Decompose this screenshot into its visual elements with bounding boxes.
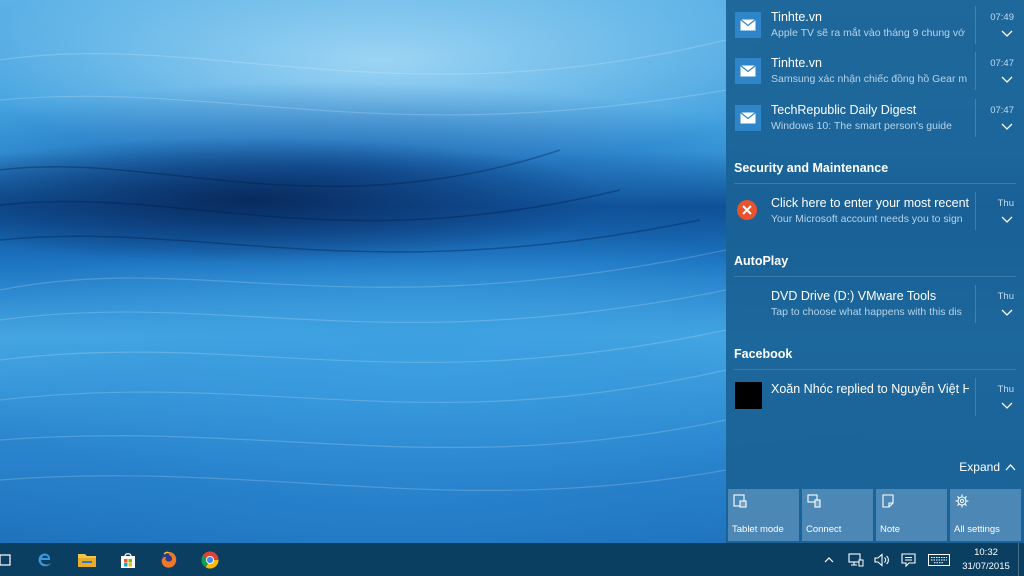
- notification-techrepublic[interactable]: TechRepublic Daily Digest Windows 10: Th…: [726, 93, 1024, 139]
- chevron-down-icon[interactable]: [1001, 121, 1013, 131]
- divider: [975, 99, 976, 137]
- notification-body: Tap to choose what happens with this dis: [771, 306, 962, 318]
- notification-time: 07:47: [990, 105, 1014, 116]
- settings-icon: [955, 494, 969, 508]
- clock[interactable]: 10:32 31/07/2015: [958, 546, 1014, 574]
- notification-time: Thu: [997, 384, 1014, 395]
- notification-tinhte-1[interactable]: Tinhte.vn Apple TV sẽ ra mắt vào tháng 9…: [726, 0, 1024, 46]
- quick-action-label: Connect: [806, 524, 842, 535]
- network-icon: [848, 552, 864, 566]
- store-button[interactable]: [107, 543, 149, 576]
- divider: [975, 6, 976, 44]
- task-view-icon: [0, 553, 11, 566]
- clock-time: 10:32: [974, 547, 998, 558]
- store-icon: [121, 552, 135, 568]
- show-desktop-button[interactable]: [1018, 543, 1024, 576]
- chrome-button[interactable]: [189, 543, 231, 576]
- notification-time: 07:47: [990, 58, 1014, 69]
- chevron-up-icon: [824, 557, 834, 563]
- quick-actions: Tablet mode Connect Note All settings: [728, 489, 1024, 541]
- quick-action-label: Tablet mode: [732, 524, 784, 535]
- chrome-icon: [201, 551, 219, 568]
- divider: [975, 378, 976, 416]
- notification-time: 07:49: [990, 12, 1014, 23]
- divider: [975, 52, 976, 90]
- mail-icon: [735, 105, 761, 131]
- quick-action-label: Note: [880, 524, 901, 535]
- error-icon: [736, 199, 758, 221]
- notification-body: Windows 10: The smart person's guide: [771, 120, 952, 132]
- firefox-icon: [161, 551, 177, 568]
- notification-title: TechRepublic Daily Digest: [771, 103, 917, 117]
- edge-button[interactable]: [24, 543, 66, 576]
- tablet-mode-icon: [733, 494, 747, 508]
- quick-action-all-settings[interactable]: All settings: [950, 489, 1021, 541]
- notification-title: Xoăn Nhóc replied to Nguyễn Việt H: [771, 382, 969, 396]
- touch-keyboard-button[interactable]: [925, 543, 953, 576]
- volume-icon: [874, 552, 889, 567]
- divider: [975, 192, 976, 230]
- action-center-icon: [900, 552, 916, 567]
- notification-body: Your Microsoft account needs you to sign: [771, 213, 963, 225]
- group-divider: [734, 183, 1016, 184]
- mail-icon: [735, 12, 761, 38]
- notification-title: Click here to enter your most recent: [771, 196, 969, 210]
- notification-body: Samsung xác nhận chiếc đồng hồ Gear m: [771, 73, 968, 85]
- avatar: [735, 382, 762, 409]
- notification-title: Tinhte.vn: [771, 10, 822, 24]
- notification-time: Thu: [997, 198, 1014, 209]
- action-center: Tinhte.vn Apple TV sẽ ra mắt vào tháng 9…: [726, 0, 1024, 543]
- quick-action-connect[interactable]: Connect: [802, 489, 873, 541]
- notification-facebook[interactable]: Xoăn Nhóc replied to Nguyễn Việt H Thu: [726, 372, 1024, 418]
- expand-button[interactable]: Expand: [959, 460, 1016, 474]
- file-explorer-icon: [78, 553, 96, 567]
- chevron-down-icon[interactable]: [1001, 214, 1013, 224]
- chevron-down-icon[interactable]: [1001, 28, 1013, 38]
- edge-icon: [38, 552, 51, 566]
- group-header-security[interactable]: Security and Maintenance: [734, 161, 974, 175]
- notification-title: Tinhte.vn: [771, 56, 822, 70]
- keyboard-icon: [928, 553, 950, 566]
- mail-icon: [735, 58, 761, 84]
- task-view-button[interactable]: [0, 543, 26, 576]
- expand-label: Expand: [959, 460, 1000, 474]
- group-divider: [734, 276, 1016, 277]
- notification-autoplay[interactable]: DVD Drive (D:) VMware Tools Tap to choos…: [726, 279, 1024, 325]
- connect-icon: [807, 494, 821, 508]
- firefox-button[interactable]: [148, 543, 190, 576]
- notification-body: Apple TV sẽ ra mắt vào tháng 9 chung vớ: [771, 27, 966, 39]
- quick-action-note[interactable]: Note: [876, 489, 947, 541]
- chevron-down-icon[interactable]: [1001, 307, 1013, 317]
- group-header-facebook[interactable]: Facebook: [734, 347, 974, 361]
- network-button[interactable]: [845, 543, 867, 576]
- clock-date: 31/07/2015: [962, 561, 1010, 572]
- file-explorer-button[interactable]: [66, 543, 108, 576]
- action-center-button[interactable]: [897, 543, 919, 576]
- group-header-autoplay[interactable]: AutoPlay: [734, 254, 974, 268]
- group-divider: [734, 369, 1016, 370]
- divider: [975, 285, 976, 323]
- chevron-up-icon: [1005, 464, 1016, 471]
- notification-tinhte-2[interactable]: Tinhte.vn Samsung xác nhận chiếc đồng hồ…: [726, 46, 1024, 92]
- taskbar: 10:32 31/07/2015: [0, 543, 1024, 576]
- notification-security[interactable]: Click here to enter your most recent You…: [726, 186, 1024, 232]
- show-hidden-icons-button[interactable]: [820, 543, 838, 576]
- notification-time: Thu: [997, 291, 1014, 302]
- note-icon: [882, 494, 894, 508]
- notification-title: DVD Drive (D:) VMware Tools: [771, 289, 937, 303]
- quick-action-label: All settings: [954, 524, 1000, 535]
- volume-button[interactable]: [871, 543, 893, 576]
- chevron-down-icon[interactable]: [1001, 74, 1013, 84]
- quick-action-tablet-mode[interactable]: Tablet mode: [728, 489, 799, 541]
- chevron-down-icon[interactable]: [1001, 400, 1013, 410]
